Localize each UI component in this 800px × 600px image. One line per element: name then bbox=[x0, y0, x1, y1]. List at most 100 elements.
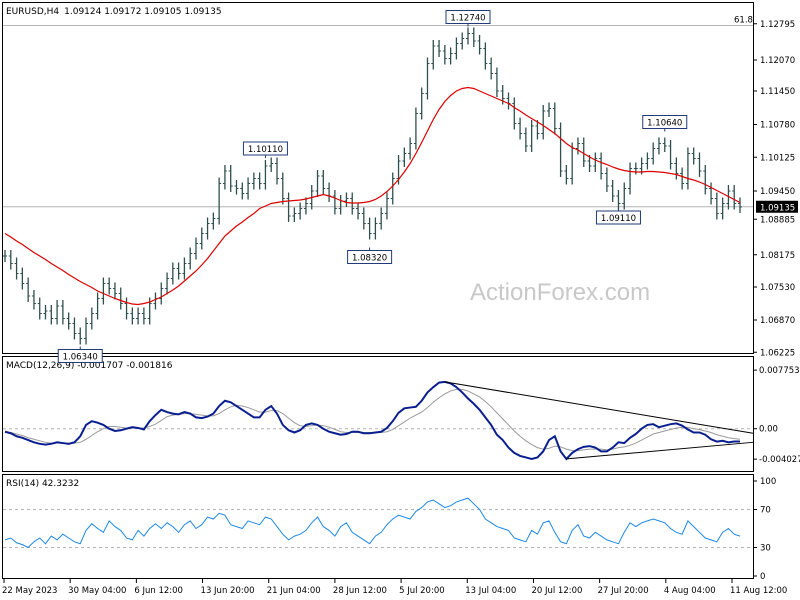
price-bar bbox=[460, 32, 465, 50]
price-annotation-label: 1.10110 bbox=[248, 145, 283, 155]
price-bar bbox=[188, 247, 193, 270]
price-annotation-label: 1.10640 bbox=[647, 119, 682, 129]
price-bar bbox=[656, 137, 661, 155]
price-bar bbox=[228, 165, 233, 192]
price-bar bbox=[72, 317, 77, 340]
price-bar bbox=[477, 35, 482, 55]
rsi-line bbox=[4, 497, 741, 549]
price-bar bbox=[668, 140, 673, 170]
price-annotation-label: 1.09110 bbox=[601, 214, 636, 224]
price-axis-label: 1.06225 bbox=[760, 348, 795, 358]
price-bar bbox=[633, 162, 638, 175]
price-axis-label: 1.08175 bbox=[760, 251, 795, 261]
rsi-axis-label: 70 bbox=[760, 506, 771, 516]
rsi-axis-label: 0 bbox=[760, 572, 765, 582]
price-bar bbox=[599, 152, 604, 180]
price-bar bbox=[275, 157, 280, 185]
chart-canvas: ActionForex.com EURUSD,H4 1.09124 1.09172… bbox=[2, 2, 800, 596]
price-axis: 1.12795 1.12070 1.11450 1.10780 1.10125 1.094… bbox=[753, 20, 798, 358]
price-axis-label: 1.09450 bbox=[760, 187, 795, 197]
price-bar bbox=[153, 292, 158, 310]
price-bar bbox=[211, 212, 216, 230]
price-bar bbox=[558, 122, 563, 177]
price-bar bbox=[622, 182, 627, 210]
price-bar bbox=[101, 277, 106, 305]
macd-axis-label: 0.00 bbox=[759, 425, 778, 435]
price-bar bbox=[402, 147, 407, 167]
price-bar bbox=[425, 57, 430, 100]
price-bar bbox=[610, 180, 615, 202]
price-bar bbox=[431, 40, 436, 70]
price-bar bbox=[234, 180, 239, 195]
time-axis: 22 May 2023 30 May 04:00 6 Jun 12:00 13 Jun… bbox=[2, 579, 787, 596]
time-axis-label: 5 Jul 20:00 bbox=[399, 586, 445, 596]
price-annotation-label: 1.12740 bbox=[450, 14, 485, 24]
price-bar bbox=[240, 182, 245, 200]
rsi-axis-label: 100 bbox=[760, 477, 776, 487]
price-bar bbox=[118, 287, 123, 310]
price-bar bbox=[512, 97, 517, 130]
price-annotation: 1.10640 bbox=[642, 115, 688, 132]
price-bar bbox=[60, 300, 65, 325]
price-bar bbox=[8, 250, 13, 270]
price-bar bbox=[570, 142, 575, 185]
price-bar bbox=[55, 300, 60, 325]
price-bar bbox=[604, 167, 609, 192]
price-bar bbox=[732, 185, 737, 210]
price-annotation: 1.08320 bbox=[347, 247, 393, 264]
price-bar bbox=[165, 272, 170, 295]
time-axis-label: 27 Jul 20:00 bbox=[598, 586, 649, 596]
price-bar bbox=[303, 197, 308, 215]
price-bar bbox=[344, 192, 349, 207]
price-bar bbox=[552, 102, 557, 135]
price-bar bbox=[26, 277, 31, 302]
macd-axis-label: 0.007753 bbox=[759, 366, 800, 376]
price-bar bbox=[680, 167, 685, 190]
time-axis-label: 13 Jul 04:00 bbox=[465, 586, 516, 596]
price-bar bbox=[547, 102, 552, 117]
price-bar bbox=[523, 127, 528, 152]
price-lines bbox=[4, 86, 741, 306]
price-bar bbox=[141, 307, 146, 325]
price-bar bbox=[419, 87, 424, 120]
price-bar bbox=[442, 45, 447, 65]
price-bar bbox=[465, 27, 470, 45]
price-bar bbox=[280, 172, 285, 205]
macd-axis-label: -0.004027 bbox=[759, 455, 800, 465]
price-bar bbox=[89, 307, 94, 330]
price-bar bbox=[384, 192, 389, 220]
price-annotation-label: 1.08320 bbox=[352, 254, 387, 264]
price-bar bbox=[338, 195, 343, 215]
price-annotation: 1.10110 bbox=[242, 141, 288, 158]
price-annotation: 1.09110 bbox=[595, 208, 641, 225]
price-bar bbox=[529, 120, 534, 152]
price-bar bbox=[176, 262, 181, 280]
price-bar bbox=[564, 165, 569, 185]
price-axis-label: 1.08885 bbox=[760, 215, 795, 225]
price-bar bbox=[124, 297, 129, 320]
price-annotation: 1.12740 bbox=[445, 10, 491, 27]
price-bar bbox=[720, 197, 725, 220]
price-bar bbox=[697, 152, 702, 177]
price-bar bbox=[193, 237, 198, 260]
price-bar bbox=[714, 192, 719, 220]
time-axis-label: 13 Jun 20:00 bbox=[201, 586, 255, 596]
price-bar bbox=[3, 250, 7, 262]
price-bar bbox=[327, 182, 332, 202]
time-axis-label: 20 Jul 12:00 bbox=[531, 586, 582, 596]
price-bar bbox=[269, 157, 274, 172]
price-bar bbox=[130, 307, 135, 325]
price-bar bbox=[263, 160, 268, 190]
price-bar bbox=[685, 147, 690, 190]
price-bar bbox=[205, 217, 210, 240]
price-bar bbox=[315, 170, 320, 197]
price-bar bbox=[494, 67, 499, 97]
price-axis-label: 1.06870 bbox=[760, 316, 795, 326]
price-bar bbox=[541, 105, 546, 140]
price-bar bbox=[506, 92, 511, 110]
price-bar bbox=[483, 42, 488, 70]
macd-layer bbox=[3, 380, 754, 461]
rsi-panel-title: RSI(14) 42.3232 bbox=[6, 479, 79, 489]
price-bar bbox=[257, 172, 262, 190]
time-axis-label: 28 Jun 12:00 bbox=[333, 586, 387, 596]
